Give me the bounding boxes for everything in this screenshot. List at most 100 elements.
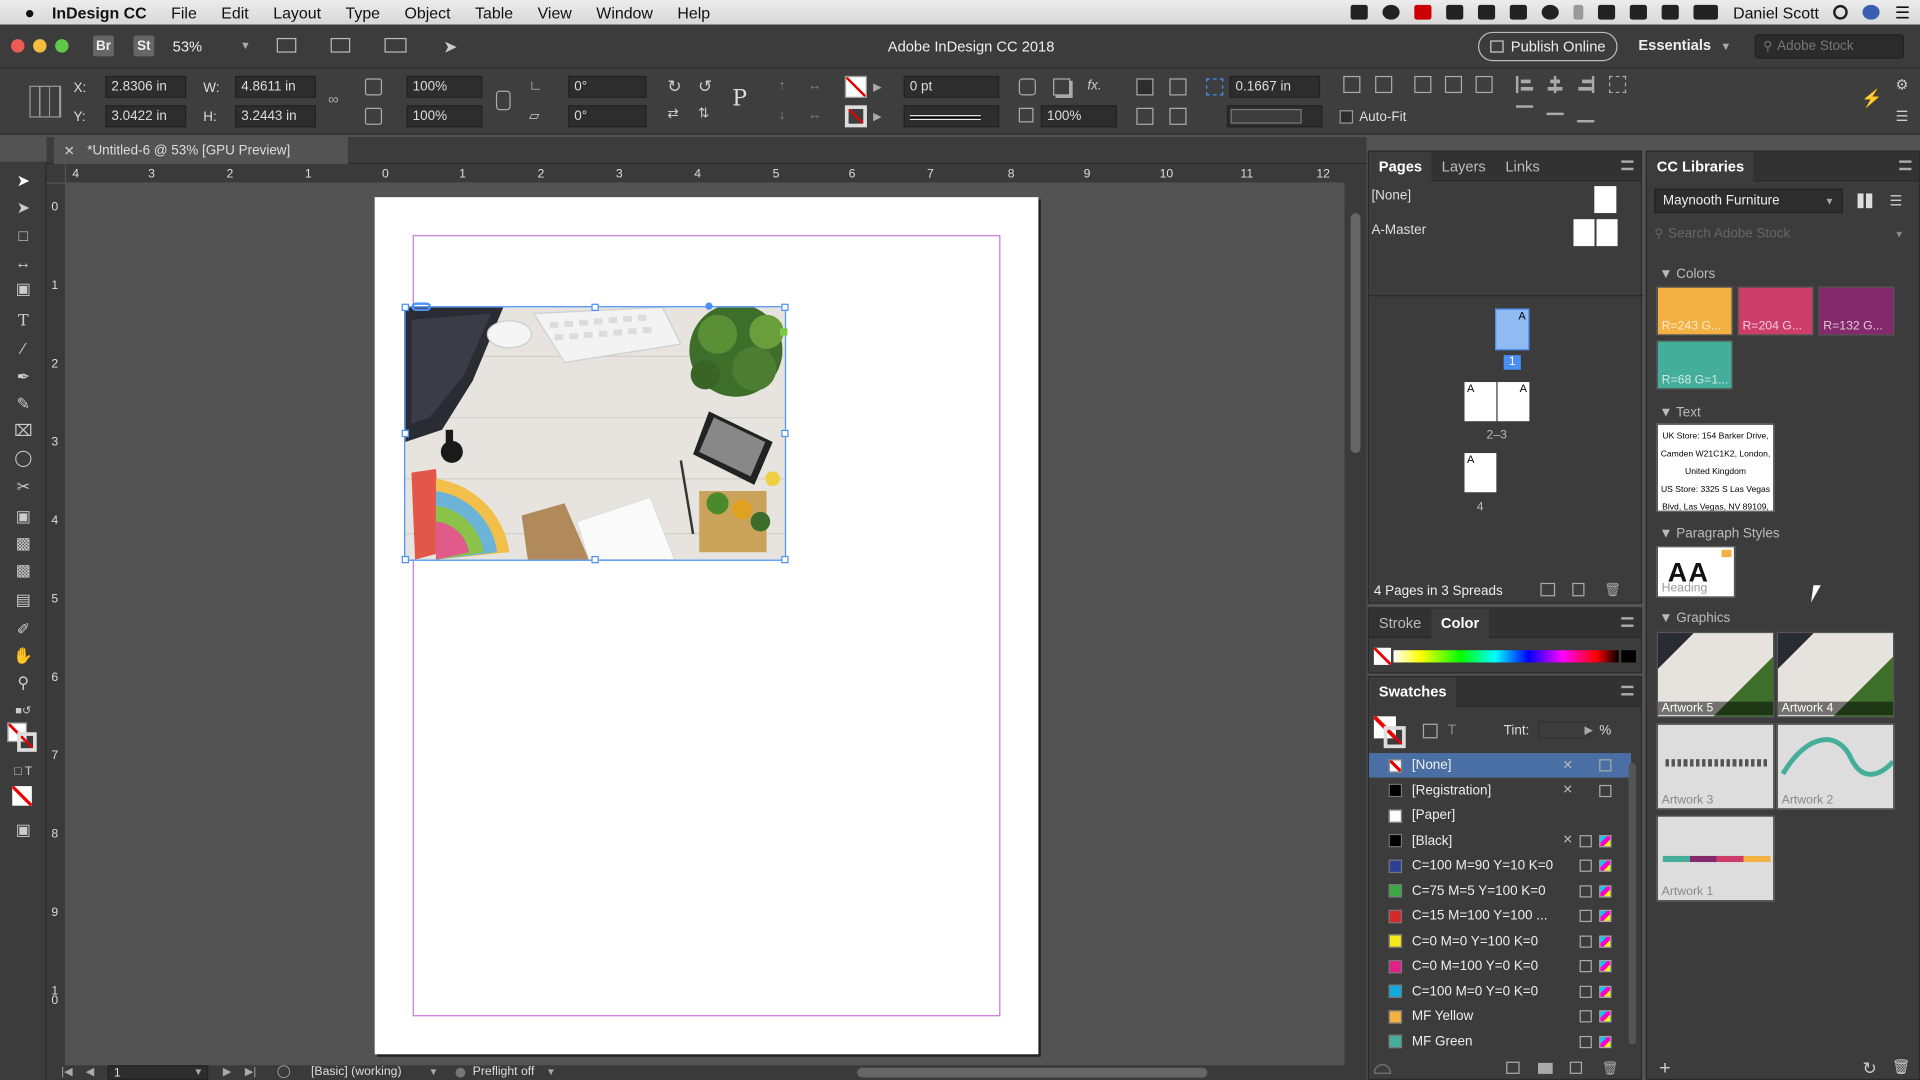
tab-links[interactable]: Links bbox=[1496, 151, 1550, 180]
stock-button[interactable]: St bbox=[133, 35, 155, 57]
grid-view-icon[interactable] bbox=[1857, 193, 1873, 209]
color-spectrum-ramp[interactable] bbox=[1393, 650, 1619, 663]
edit-page-size-icon[interactable] bbox=[1540, 582, 1556, 597]
free-transform-tool-icon[interactable]: ▣ bbox=[12, 507, 34, 527]
y-field[interactable]: 3.0422 in bbox=[105, 105, 187, 128]
minimize-window-icon[interactable] bbox=[33, 39, 47, 53]
control-settings-icon[interactable]: ⚙ bbox=[1896, 76, 1909, 93]
select-next-icon[interactable]: ↔ bbox=[808, 108, 821, 123]
app-menu[interactable]: InDesign CC bbox=[52, 3, 147, 21]
colors-section-header[interactable]: ▼ Colors bbox=[1659, 267, 1715, 282]
menu-file[interactable]: File bbox=[171, 3, 197, 21]
adobe-stock-search[interactable]: ⚲ Adobe Stock bbox=[1754, 34, 1905, 59]
flip-horizontal-icon[interactable]: ⇄ bbox=[667, 105, 678, 122]
view-options-icon[interactable] bbox=[276, 37, 297, 53]
constrain-proportions-icon[interactable]: ∞ bbox=[328, 91, 338, 108]
artwork-2-tile[interactable]: Artwork 2 bbox=[1776, 723, 1895, 810]
swatch-row[interactable]: C=100 M=0 Y=0 K=0 bbox=[1369, 979, 1631, 1003]
color-panel-menu-icon[interactable] bbox=[1621, 617, 1634, 627]
distribute-spacing-icon[interactable] bbox=[1475, 75, 1493, 94]
library-color-tile[interactable]: R=132 G... bbox=[1818, 286, 1895, 336]
swatch-row[interactable]: C=15 M=100 Y=100 ... bbox=[1369, 904, 1631, 928]
swatch-row[interactable]: [Registration] ✕ bbox=[1369, 778, 1631, 802]
opacity-field[interactable]: 100% bbox=[1040, 105, 1117, 128]
line-tool-icon[interactable]: ∕ bbox=[12, 338, 34, 358]
artwork-5-tile[interactable]: Artwork 5 bbox=[1656, 631, 1775, 718]
sync-library-icon[interactable]: ↻ bbox=[1862, 1058, 1876, 1079]
color-black-swatch[interactable] bbox=[1621, 650, 1636, 663]
fx-icon[interactable]: fx. bbox=[1087, 78, 1101, 93]
stroke-dropdown-icon[interactable]: ▶ bbox=[873, 110, 881, 123]
frame-handle-bc[interactable] bbox=[591, 555, 599, 564]
swatch-row[interactable]: MF Green bbox=[1369, 1029, 1631, 1053]
frame-edge-marker[interactable] bbox=[780, 328, 788, 336]
w-field[interactable]: 4.8611 in bbox=[235, 75, 316, 98]
align-left-icon[interactable] bbox=[1515, 75, 1534, 94]
style-status[interactable]: [Basic] (working) bbox=[311, 1065, 401, 1078]
next-page-icon[interactable]: ▶ bbox=[223, 1065, 231, 1078]
auto-fit-checkbox[interactable] bbox=[1339, 110, 1354, 124]
align-right-icon[interactable] bbox=[1577, 75, 1595, 94]
arrange-documents-icon[interactable] bbox=[384, 37, 407, 53]
page-1-thumb[interactable]: A bbox=[1495, 308, 1530, 351]
preflight-status[interactable]: Preflight off bbox=[473, 1065, 535, 1078]
artwork-4-tile[interactable]: Artwork 4 bbox=[1776, 631, 1895, 718]
menu-edit[interactable]: Edit bbox=[221, 3, 248, 21]
page-4-thumb[interactable]: A bbox=[1464, 453, 1497, 493]
frame-handle-ml[interactable] bbox=[401, 429, 409, 438]
align-to-selection-icon[interactable] bbox=[1608, 75, 1627, 94]
frame-handle-bl[interactable] bbox=[401, 555, 409, 564]
fill-swatch-icon[interactable] bbox=[844, 75, 867, 98]
fit-offset-field[interactable]: 0.1667 in bbox=[1229, 75, 1321, 98]
swatch-row[interactable]: C=75 M=5 Y=100 K=0 bbox=[1369, 879, 1631, 903]
frame-fitting-icon[interactable] bbox=[1136, 107, 1154, 125]
corner-options-icon[interactable] bbox=[1018, 78, 1036, 96]
zoom-level[interactable]: 53% bbox=[173, 38, 202, 55]
close-window-icon[interactable] bbox=[11, 39, 25, 53]
swatch-row[interactable]: C=100 M=90 Y=10 K=0 bbox=[1369, 853, 1631, 877]
page-3-thumb[interactable]: A bbox=[1497, 382, 1530, 422]
adobe-icon[interactable] bbox=[1414, 4, 1432, 20]
select-container-icon[interactable]: ↑ bbox=[779, 78, 786, 93]
open-page-icon[interactable]: ◯ bbox=[277, 1065, 291, 1078]
text-wrap-none-icon[interactable] bbox=[1136, 78, 1154, 96]
distribute-v-icon[interactable] bbox=[1444, 75, 1463, 94]
frame-handle-tl[interactable] bbox=[401, 303, 409, 312]
fill-dropdown-icon[interactable]: ▶ bbox=[873, 81, 881, 94]
horizontal-scrollbar[interactable] bbox=[857, 1067, 1208, 1078]
paragraph-styles-section-header[interactable]: ▼ Paragraph Styles bbox=[1659, 527, 1779, 542]
shear-field[interactable]: 0° bbox=[568, 105, 647, 128]
horizontal-ruler[interactable]: 4 3 2 1 0 1 2 3 4 5 6 7 8 9 10 11 12 bbox=[46, 164, 1345, 184]
align-vertical-center-icon[interactable] bbox=[1546, 105, 1564, 123]
siri-icon[interactable] bbox=[1863, 4, 1881, 20]
airplay-icon[interactable] bbox=[1630, 4, 1648, 20]
frame-handle-tr[interactable] bbox=[781, 303, 789, 312]
library-text-tile[interactable]: UK Store: 154 Barker Drive, Camden W21C1… bbox=[1656, 423, 1775, 512]
flip-vertical-icon[interactable]: ⇅ bbox=[698, 105, 709, 122]
align-top-icon[interactable] bbox=[1515, 105, 1534, 122]
menu-window[interactable]: Window bbox=[596, 3, 653, 21]
prev-page-icon[interactable]: ◀ bbox=[86, 1065, 94, 1078]
swatch-view-icon[interactable] bbox=[1373, 1064, 1392, 1074]
swatch-row[interactable]: MF Yellow bbox=[1369, 1004, 1631, 1028]
style-dropdown-icon[interactable]: ▼ bbox=[429, 1067, 439, 1078]
zoom-dropdown-icon[interactable]: ▼ bbox=[240, 39, 251, 51]
library-color-tile[interactable]: R=243 G... bbox=[1656, 286, 1733, 336]
align-horizontal-center-icon[interactable] bbox=[1546, 75, 1564, 94]
menu-view[interactable]: View bbox=[538, 3, 572, 21]
library-color-tile[interactable]: R=68 G=1... bbox=[1656, 340, 1733, 390]
zoom-tool-icon[interactable]: ⚲ bbox=[12, 673, 34, 693]
rotation-field[interactable]: 0° bbox=[568, 75, 647, 98]
pen-tool-icon[interactable]: ✒ bbox=[12, 367, 34, 387]
content-collector-icon[interactable]: ▣ bbox=[12, 279, 34, 299]
apple-icon[interactable]: ● bbox=[24, 2, 34, 22]
a-master-thumb[interactable] bbox=[1573, 219, 1618, 247]
swatch-row[interactable]: [Black] ✕ bbox=[1369, 828, 1631, 852]
library-selector[interactable]: Maynooth Furniture ▼ bbox=[1654, 188, 1843, 214]
x-field[interactable]: 2.8306 in bbox=[105, 75, 187, 98]
menu-type[interactable]: Type bbox=[346, 3, 381, 21]
volume-icon[interactable] bbox=[1662, 4, 1680, 20]
rotate-clockwise-icon[interactable]: ↻ bbox=[667, 76, 681, 97]
swatches-fill-stroke-icon[interactable] bbox=[1373, 716, 1406, 749]
formatting-container-icon[interactable]: □ T bbox=[12, 762, 34, 782]
